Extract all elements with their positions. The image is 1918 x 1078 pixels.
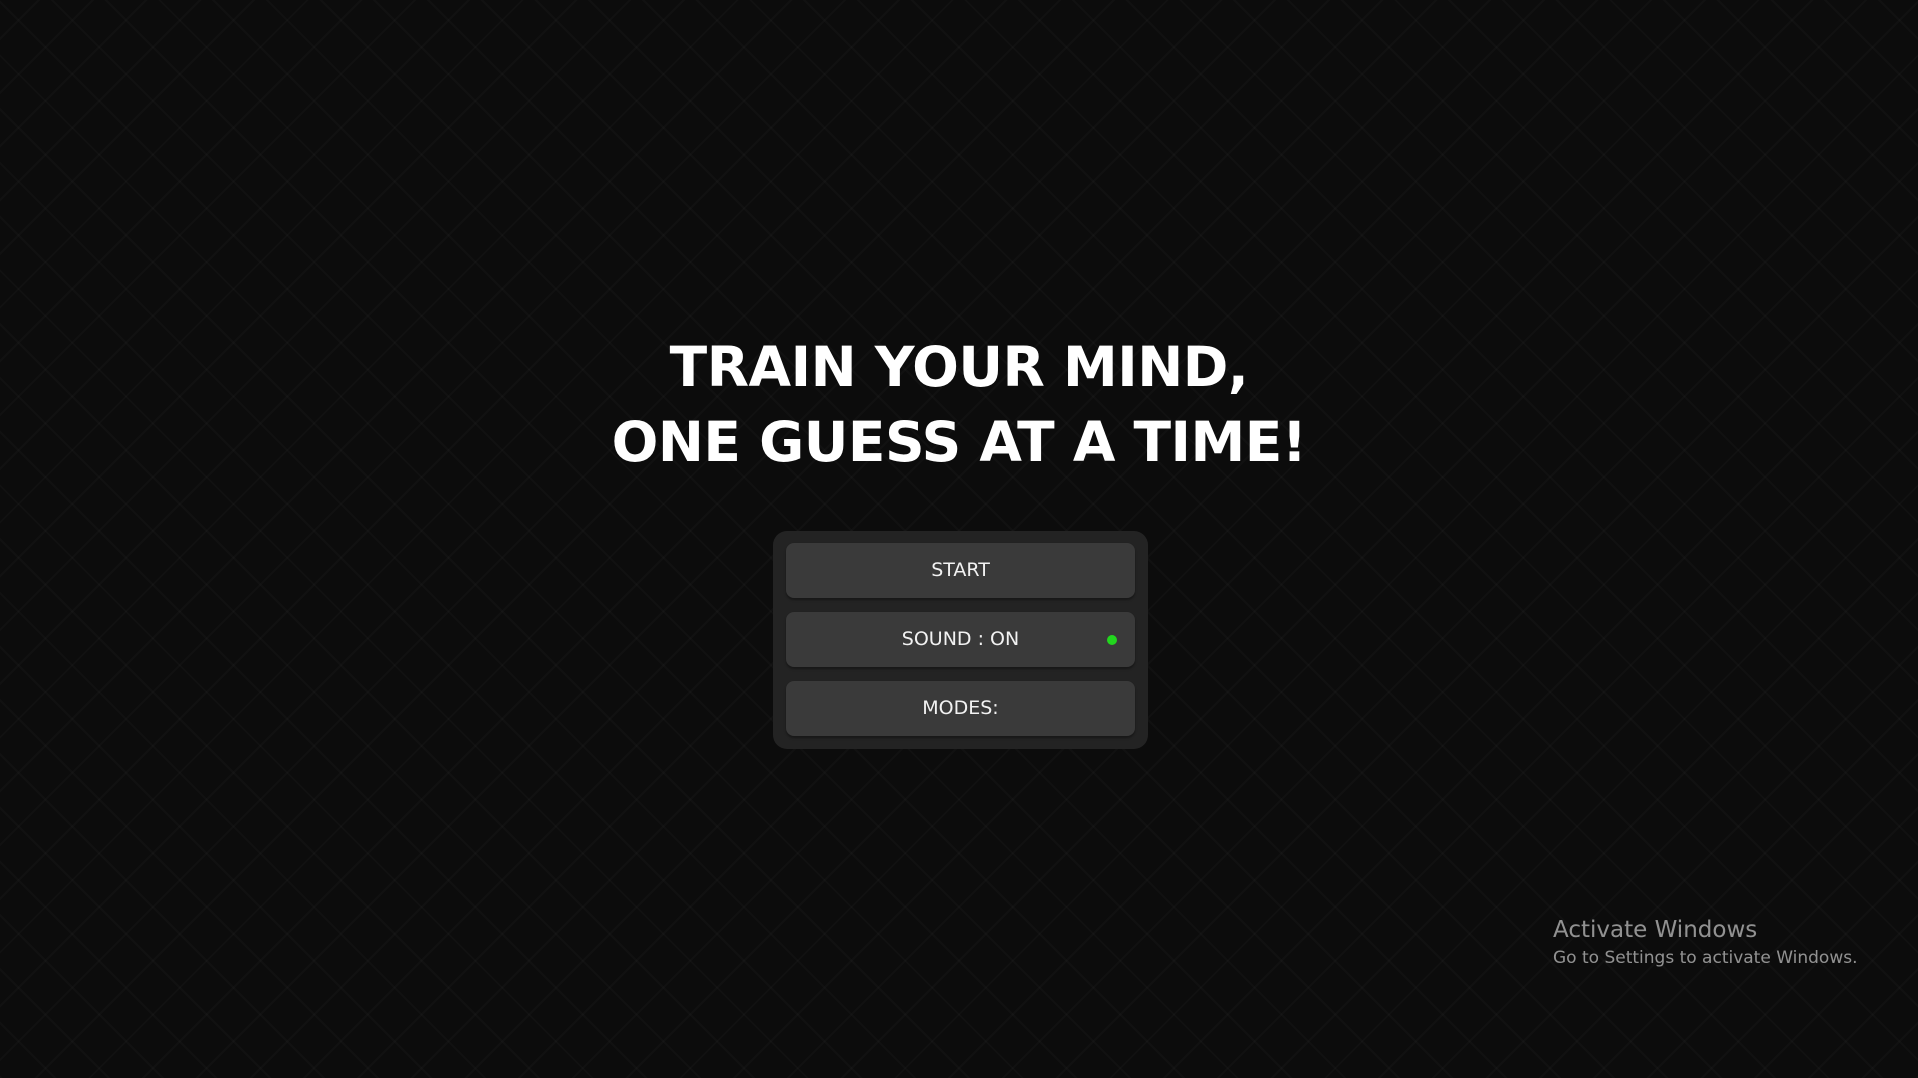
game-menu-screen: { "headline": { "line1": "TRAIN YOUR MIN… — [0, 0, 1918, 1078]
watermark-subtitle: Go to Settings to activate Windows. — [1553, 948, 1858, 968]
modes-button[interactable]: MODES: — [786, 681, 1135, 736]
watermark-title: Activate Windows — [1553, 917, 1758, 943]
headline: TRAIN YOUR MIND, ONE GUESS AT A TIME! — [0, 330, 1918, 480]
sound-button-label: SOUND : ON — [901, 628, 1020, 650]
sound-status-indicator-icon — [1107, 635, 1117, 645]
start-button[interactable]: START — [786, 543, 1135, 598]
headline-line-2: ONE GUESS AT A TIME! — [611, 410, 1307, 474]
main-menu-panel: START SOUND : ON MODES: — [773, 531, 1148, 749]
sound-toggle-button[interactable]: SOUND : ON — [786, 612, 1135, 667]
start-button-label: START — [931, 559, 990, 581]
windows-activation-watermark: Activate Windows Go to Settings to activ… — [1553, 914, 1858, 970]
headline-line-1: TRAIN YOUR MIND, — [669, 335, 1249, 399]
modes-button-label: MODES: — [922, 697, 999, 719]
